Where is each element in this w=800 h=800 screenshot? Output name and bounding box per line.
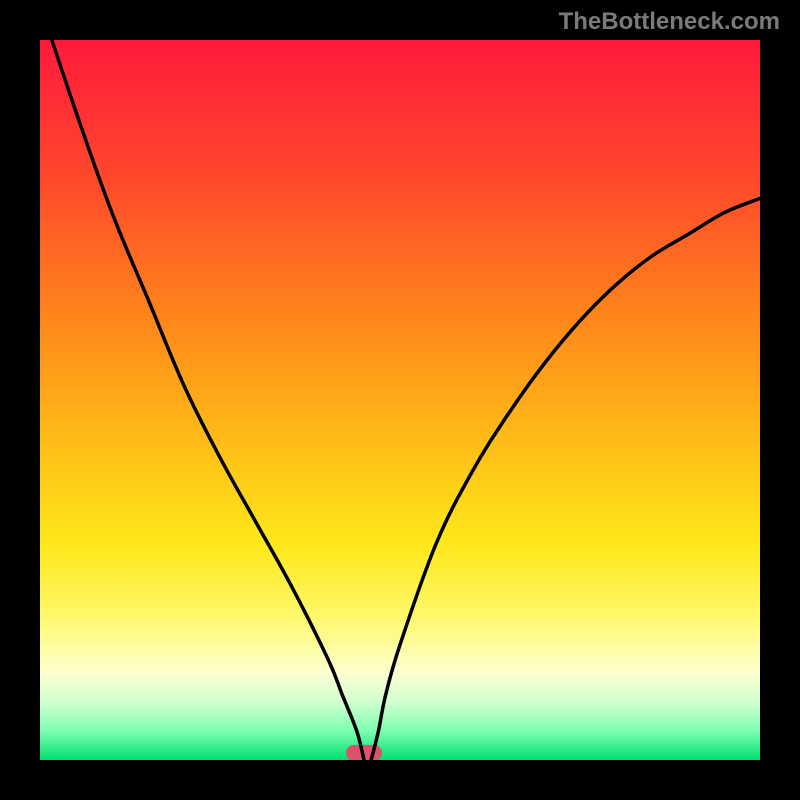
watermark-text: TheBottleneck.com — [559, 8, 780, 36]
chart-svg — [40, 40, 760, 760]
plot-area — [40, 40, 760, 760]
chart-container: TheBottleneck.com — [0, 0, 800, 800]
gradient-background — [40, 40, 760, 760]
